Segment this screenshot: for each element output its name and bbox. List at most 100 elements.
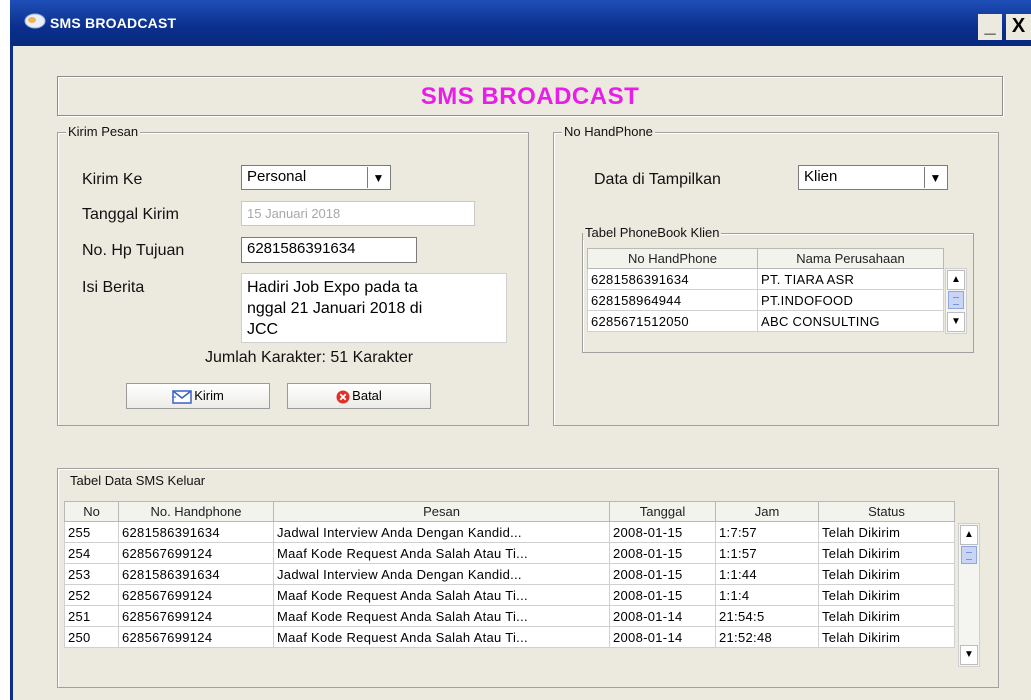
table-row[interactable]: 250 628567699124 Maaf Kode Request Anda … bbox=[64, 626, 955, 648]
table-header-row: No HandPhone Nama Perusahaan bbox=[587, 248, 944, 269]
chevron-down-icon[interactable]: ▼ bbox=[924, 167, 946, 188]
table-cell: 250 bbox=[64, 626, 119, 648]
table-cell: Jadwal Interview Anda Dengan Kandid... bbox=[273, 563, 610, 585]
kirim-ke-select[interactable]: Personal ▼ bbox=[241, 165, 391, 190]
envelope-icon bbox=[172, 389, 192, 404]
table-row[interactable]: 252 628567699124 Maaf Kode Request Anda … bbox=[64, 584, 955, 606]
kirim-button[interactable]: Kirim bbox=[126, 383, 270, 409]
isi-berita-line: nggal 21 Januari 2018 di bbox=[247, 300, 423, 317]
no-handphone-group-label: No HandPhone bbox=[562, 124, 655, 139]
phonebook-table: No HandPhone Nama Perusahaan 62815863916… bbox=[587, 248, 944, 332]
table-cell: PT. TIARA ASR bbox=[757, 268, 944, 290]
table-cell: Maaf Kode Request Anda Salah Atau Ti... bbox=[273, 584, 610, 606]
jumlah-karakter-text: Jumlah Karakter: 51 Karakter bbox=[205, 349, 414, 366]
scroll-up-icon[interactable]: ▲ bbox=[947, 270, 965, 290]
table-cell: Telah Dikirim bbox=[818, 563, 955, 585]
table-row[interactable]: 6285671512050 ABC CONSULTING bbox=[587, 310, 944, 332]
cancel-icon bbox=[336, 390, 350, 404]
table-cell: 628158964944 bbox=[587, 289, 758, 311]
table-cell: Telah Dikirim bbox=[818, 626, 955, 648]
table-cell: 21:52:48 bbox=[715, 626, 819, 648]
table-cell: Telah Dikirim bbox=[818, 605, 955, 627]
main-window: SMS BROADCAST Kirim Pesan Kirim Ke Perso… bbox=[10, 46, 1031, 700]
close-button[interactable]: X bbox=[1006, 14, 1031, 40]
column-header[interactable]: Jam bbox=[715, 501, 819, 522]
table-row[interactable]: 251 628567699124 Maaf Kode Request Anda … bbox=[64, 605, 955, 627]
batal-button[interactable]: Batal bbox=[287, 383, 431, 409]
isi-berita-line: Hadiri Job Expo pada ta bbox=[247, 279, 418, 296]
sms-keluar-table: No No. Handphone Pesan Tanggal Jam Statu… bbox=[64, 501, 955, 648]
column-header[interactable]: Nama Perusahaan bbox=[757, 248, 944, 269]
table-cell: Maaf Kode Request Anda Salah Atau Ti... bbox=[273, 605, 610, 627]
window-title: SMS BROADCAST bbox=[50, 15, 177, 31]
batal-button-label: Batal bbox=[352, 388, 382, 403]
table-cell: 628567699124 bbox=[118, 626, 274, 648]
column-header[interactable]: No bbox=[64, 501, 119, 522]
table-row[interactable]: 253 6281586391634 Jadwal Interview Anda … bbox=[64, 563, 955, 585]
scroll-down-icon[interactable]: ▼ bbox=[960, 645, 978, 665]
scroll-up-icon[interactable]: ▲ bbox=[960, 525, 978, 545]
app-icon bbox=[24, 13, 46, 29]
table-cell: Maaf Kode Request Anda Salah Atau Ti... bbox=[273, 626, 610, 648]
isi-berita-label: Isi Berita bbox=[82, 279, 145, 296]
column-header[interactable]: Tanggal bbox=[609, 501, 716, 522]
tanggal-kirim-field: 15 Januari 2018 bbox=[241, 201, 475, 226]
table-cell: 255 bbox=[64, 521, 119, 543]
phonebook-table-group: Tabel PhoneBook Klien No HandPhone Nama … bbox=[582, 225, 974, 353]
table-cell: 252 bbox=[64, 584, 119, 606]
table-cell: 6285671512050 bbox=[587, 310, 758, 332]
table-cell: 21:54:5 bbox=[715, 605, 819, 627]
table-row[interactable]: 255 6281586391634 Jadwal Interview Anda … bbox=[64, 521, 955, 543]
table-cell: 2008-01-14 bbox=[609, 626, 716, 648]
table-cell: 628567699124 bbox=[118, 542, 274, 564]
table-row[interactable]: 628158964944 PT.INDOFOOD bbox=[587, 289, 944, 311]
table-cell: ABC CONSULTING bbox=[757, 310, 944, 332]
table-cell: 628567699124 bbox=[118, 584, 274, 606]
no-handphone-group: No HandPhone Data di Tampilkan Klien ▼ T… bbox=[553, 124, 999, 426]
phonebook-table-label: Tabel PhoneBook Klien bbox=[583, 225, 722, 240]
table-cell: Maaf Kode Request Anda Salah Atau Ti... bbox=[273, 542, 610, 564]
sms-keluar-table-label: Tabel Data SMS Keluar bbox=[70, 473, 206, 488]
column-header[interactable]: Pesan bbox=[273, 501, 610, 522]
kirim-button-label: Kirim bbox=[194, 388, 224, 403]
table-header-row: No No. Handphone Pesan Tanggal Jam Statu… bbox=[64, 501, 955, 522]
table-cell: 6281586391634 bbox=[587, 268, 758, 290]
hp-tujuan-label: No. Hp Tujuan bbox=[82, 242, 185, 259]
hp-tujuan-input[interactable]: 6281586391634 bbox=[241, 237, 417, 263]
table-cell: 254 bbox=[64, 542, 119, 564]
kirim-pesan-group-label: Kirim Pesan bbox=[66, 124, 141, 139]
table-row[interactable]: 254 628567699124 Maaf Kode Request Anda … bbox=[64, 542, 955, 564]
title-bar: SMS BROADCAST _ X bbox=[10, 0, 1031, 46]
table-cell: 1:1:44 bbox=[715, 563, 819, 585]
table-cell: 2008-01-15 bbox=[609, 542, 716, 564]
table-cell: 1:1:57 bbox=[715, 542, 819, 564]
data-ditampilkan-select[interactable]: Klien ▼ bbox=[798, 165, 948, 190]
phonebook-scrollbar[interactable]: ▲ ▼ bbox=[945, 268, 967, 334]
column-header[interactable]: No. Handphone bbox=[118, 501, 274, 522]
table-cell: 1:7:57 bbox=[715, 521, 819, 543]
isi-berita-textarea[interactable]: Hadiri Job Expo pada ta nggal 21 Januari… bbox=[241, 273, 507, 343]
header-panel: SMS BROADCAST bbox=[57, 76, 1003, 116]
sms-keluar-group: Tabel Data SMS Keluar No No. Handphone P… bbox=[57, 468, 999, 688]
scroll-thumb[interactable] bbox=[948, 291, 964, 309]
chevron-down-icon[interactable]: ▼ bbox=[367, 167, 389, 188]
scroll-thumb[interactable] bbox=[961, 546, 977, 564]
table-cell: 6281586391634 bbox=[118, 521, 274, 543]
column-header[interactable]: No HandPhone bbox=[587, 248, 758, 269]
scroll-down-icon[interactable]: ▼ bbox=[947, 312, 965, 332]
minimize-button[interactable]: _ bbox=[978, 14, 1002, 40]
header-title: SMS BROADCAST bbox=[420, 83, 640, 110]
column-header[interactable]: Status bbox=[818, 501, 955, 522]
table-cell: Telah Dikirim bbox=[818, 542, 955, 564]
table-cell: 2008-01-14 bbox=[609, 605, 716, 627]
table-cell: 1:1:4 bbox=[715, 584, 819, 606]
table-row[interactable]: 6281586391634 PT. TIARA ASR bbox=[587, 268, 944, 290]
table-cell: 253 bbox=[64, 563, 119, 585]
sms-keluar-scrollbar[interactable]: ▲ ▼ bbox=[958, 523, 980, 667]
table-cell: 2008-01-15 bbox=[609, 584, 716, 606]
table-cell: 628567699124 bbox=[118, 605, 274, 627]
kirim-pesan-group: Kirim Pesan Kirim Ke Personal ▼ Tanggal … bbox=[57, 124, 529, 426]
tanggal-kirim-label: Tanggal Kirim bbox=[82, 206, 179, 223]
kirim-ke-label: Kirim Ke bbox=[82, 171, 143, 188]
table-cell: 6281586391634 bbox=[118, 563, 274, 585]
